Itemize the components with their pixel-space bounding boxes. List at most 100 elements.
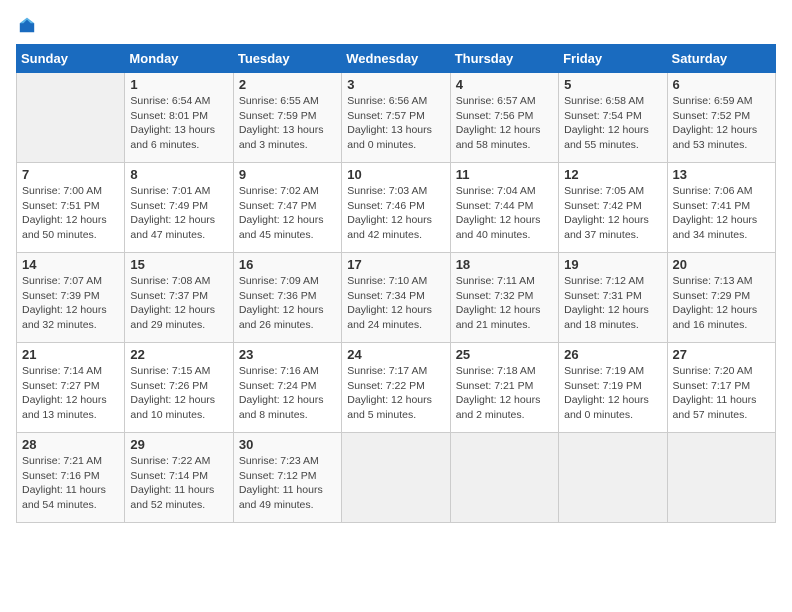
day-number: 14: [22, 257, 119, 272]
day-number: 3: [347, 77, 444, 92]
day-number: 1: [130, 77, 227, 92]
calendar-cell: 13 Sunrise: 7:06 AM Sunset: 7:41 PM Dayli…: [667, 163, 775, 253]
day-number: 12: [564, 167, 661, 182]
day-number: 18: [456, 257, 553, 272]
calendar-week-1: 1 Sunrise: 6:54 AM Sunset: 8:01 PM Daylig…: [17, 73, 776, 163]
day-info: Sunrise: 7:10 AM Sunset: 7:34 PM Dayligh…: [347, 274, 444, 333]
day-number: 27: [673, 347, 770, 362]
day-number: 30: [239, 437, 336, 452]
day-info: Sunrise: 6:54 AM Sunset: 8:01 PM Dayligh…: [130, 94, 227, 153]
calendar-cell: 16 Sunrise: 7:09 AM Sunset: 7:36 PM Dayli…: [233, 253, 341, 343]
calendar-week-4: 21 Sunrise: 7:14 AM Sunset: 7:27 PM Dayli…: [17, 343, 776, 433]
day-info: Sunrise: 7:01 AM Sunset: 7:49 PM Dayligh…: [130, 184, 227, 243]
calendar-cell: 25 Sunrise: 7:18 AM Sunset: 7:21 PM Dayli…: [450, 343, 558, 433]
day-number: 19: [564, 257, 661, 272]
day-info: Sunrise: 7:21 AM Sunset: 7:16 PM Dayligh…: [22, 454, 119, 513]
day-info: Sunrise: 7:13 AM Sunset: 7:29 PM Dayligh…: [673, 274, 770, 333]
calendar-cell: 27 Sunrise: 7:20 AM Sunset: 7:17 PM Dayli…: [667, 343, 775, 433]
calendar-cell: 14 Sunrise: 7:07 AM Sunset: 7:39 PM Dayli…: [17, 253, 125, 343]
logo-icon: [18, 16, 36, 34]
day-header-monday: Monday: [125, 45, 233, 73]
day-info: Sunrise: 7:06 AM Sunset: 7:41 PM Dayligh…: [673, 184, 770, 243]
day-number: 26: [564, 347, 661, 362]
calendar-cell: 9Sunrise: 7:02 AM Sunset: 7:47 PM Daylig…: [233, 163, 341, 253]
day-number: 6: [673, 77, 770, 92]
day-header-sunday: Sunday: [17, 45, 125, 73]
calendar-cell: 26 Sunrise: 7:19 AM Sunset: 7:19 PM Dayli…: [559, 343, 667, 433]
calendar-cell: 28 Sunrise: 7:21 AM Sunset: 7:16 PM Dayli…: [17, 433, 125, 523]
calendar-cell: [667, 433, 775, 523]
day-number: 8: [130, 167, 227, 182]
calendar-week-5: 28 Sunrise: 7:21 AM Sunset: 7:16 PM Dayli…: [17, 433, 776, 523]
calendar-cell: 22 Sunrise: 7:15 AM Sunset: 7:26 PM Dayli…: [125, 343, 233, 433]
calendar-cell: 6 Sunrise: 6:59 AM Sunset: 7:52 PM Daylig…: [667, 73, 775, 163]
day-info: Sunrise: 6:59 AM Sunset: 7:52 PM Dayligh…: [673, 94, 770, 153]
day-number: 15: [130, 257, 227, 272]
day-number: 22: [130, 347, 227, 362]
day-info: Sunrise: 6:57 AM Sunset: 7:56 PM Dayligh…: [456, 94, 553, 153]
day-info: Sunrise: 7:05 AM Sunset: 7:42 PM Dayligh…: [564, 184, 661, 243]
day-info: Sunrise: 7:09 AM Sunset: 7:36 PM Dayligh…: [239, 274, 336, 333]
calendar-cell: 29 Sunrise: 7:22 AM Sunset: 7:14 PM Dayli…: [125, 433, 233, 523]
calendar-cell: 15 Sunrise: 7:08 AM Sunset: 7:37 PM Dayli…: [125, 253, 233, 343]
day-info: Sunrise: 7:17 AM Sunset: 7:22 PM Dayligh…: [347, 364, 444, 423]
calendar-cell: 3 Sunrise: 6:56 AM Sunset: 7:57 PM Daylig…: [342, 73, 450, 163]
calendar-cell: 20 Sunrise: 7:13 AM Sunset: 7:29 PM Dayli…: [667, 253, 775, 343]
day-number: 16: [239, 257, 336, 272]
day-info: Sunrise: 7:03 AM Sunset: 7:46 PM Dayligh…: [347, 184, 444, 243]
day-number: 24: [347, 347, 444, 362]
calendar-cell: [342, 433, 450, 523]
day-info: Sunrise: 7:04 AM Sunset: 7:44 PM Dayligh…: [456, 184, 553, 243]
day-header-friday: Friday: [559, 45, 667, 73]
day-info: Sunrise: 7:15 AM Sunset: 7:26 PM Dayligh…: [130, 364, 227, 423]
day-number: 20: [673, 257, 770, 272]
day-info: Sunrise: 7:00 AM Sunset: 7:51 PM Dayligh…: [22, 184, 119, 243]
day-number: 5: [564, 77, 661, 92]
calendar-cell: 8 Sunrise: 7:01 AM Sunset: 7:49 PM Daylig…: [125, 163, 233, 253]
calendar-cell: 11 Sunrise: 7:04 AM Sunset: 7:44 PM Dayli…: [450, 163, 558, 253]
page-header: [16, 16, 776, 34]
calendar-cell: 1 Sunrise: 6:54 AM Sunset: 8:01 PM Daylig…: [125, 73, 233, 163]
day-info: Sunrise: 7:19 AM Sunset: 7:19 PM Dayligh…: [564, 364, 661, 423]
calendar-cell: 7 Sunrise: 7:00 AM Sunset: 7:51 PM Daylig…: [17, 163, 125, 253]
day-info: Sunrise: 7:11 AM Sunset: 7:32 PM Dayligh…: [456, 274, 553, 333]
calendar-cell: 24 Sunrise: 7:17 AM Sunset: 7:22 PM Dayli…: [342, 343, 450, 433]
day-info: Sunrise: 7:07 AM Sunset: 7:39 PM Dayligh…: [22, 274, 119, 333]
day-number: 7: [22, 167, 119, 182]
day-header-tuesday: Tuesday: [233, 45, 341, 73]
calendar-cell: [17, 73, 125, 163]
day-number: 21: [22, 347, 119, 362]
calendar-table: SundayMondayTuesdayWednesdayThursdayFrid…: [16, 44, 776, 523]
day-info: Sunrise: 7:16 AM Sunset: 7:24 PM Dayligh…: [239, 364, 336, 423]
calendar-cell: 18 Sunrise: 7:11 AM Sunset: 7:32 PM Dayli…: [450, 253, 558, 343]
calendar-cell: 2Sunrise: 6:55 AM Sunset: 7:59 PM Daylig…: [233, 73, 341, 163]
day-number: 13: [673, 167, 770, 182]
day-info: Sunrise: 6:58 AM Sunset: 7:54 PM Dayligh…: [564, 94, 661, 153]
calendar-week-2: 7 Sunrise: 7:00 AM Sunset: 7:51 PM Daylig…: [17, 163, 776, 253]
day-info: Sunrise: 7:12 AM Sunset: 7:31 PM Dayligh…: [564, 274, 661, 333]
day-info: Sunrise: 7:23 AM Sunset: 7:12 PM Dayligh…: [239, 454, 336, 513]
day-number: 4: [456, 77, 553, 92]
calendar-cell: 4 Sunrise: 6:57 AM Sunset: 7:56 PM Daylig…: [450, 73, 558, 163]
day-number: 17: [347, 257, 444, 272]
day-number: 10: [347, 167, 444, 182]
day-info: Sunrise: 7:08 AM Sunset: 7:37 PM Dayligh…: [130, 274, 227, 333]
day-info: Sunrise: 7:18 AM Sunset: 7:21 PM Dayligh…: [456, 364, 553, 423]
logo: [16, 16, 36, 34]
day-number: 28: [22, 437, 119, 452]
calendar-cell: [559, 433, 667, 523]
day-info: Sunrise: 7:20 AM Sunset: 7:17 PM Dayligh…: [673, 364, 770, 423]
day-number: 11: [456, 167, 553, 182]
day-info: Sunrise: 7:22 AM Sunset: 7:14 PM Dayligh…: [130, 454, 227, 513]
calendar-cell: [450, 433, 558, 523]
day-number: 29: [130, 437, 227, 452]
calendar-cell: 21 Sunrise: 7:14 AM Sunset: 7:27 PM Dayli…: [17, 343, 125, 433]
day-number: 25: [456, 347, 553, 362]
day-header-saturday: Saturday: [667, 45, 775, 73]
day-number: 9: [239, 167, 336, 182]
day-info: Sunrise: 6:56 AM Sunset: 7:57 PM Dayligh…: [347, 94, 444, 153]
day-info: Sunrise: 7:14 AM Sunset: 7:27 PM Dayligh…: [22, 364, 119, 423]
day-number: 23: [239, 347, 336, 362]
calendar-week-3: 14 Sunrise: 7:07 AM Sunset: 7:39 PM Dayli…: [17, 253, 776, 343]
calendar-cell: 10 Sunrise: 7:03 AM Sunset: 7:46 PM Dayli…: [342, 163, 450, 253]
